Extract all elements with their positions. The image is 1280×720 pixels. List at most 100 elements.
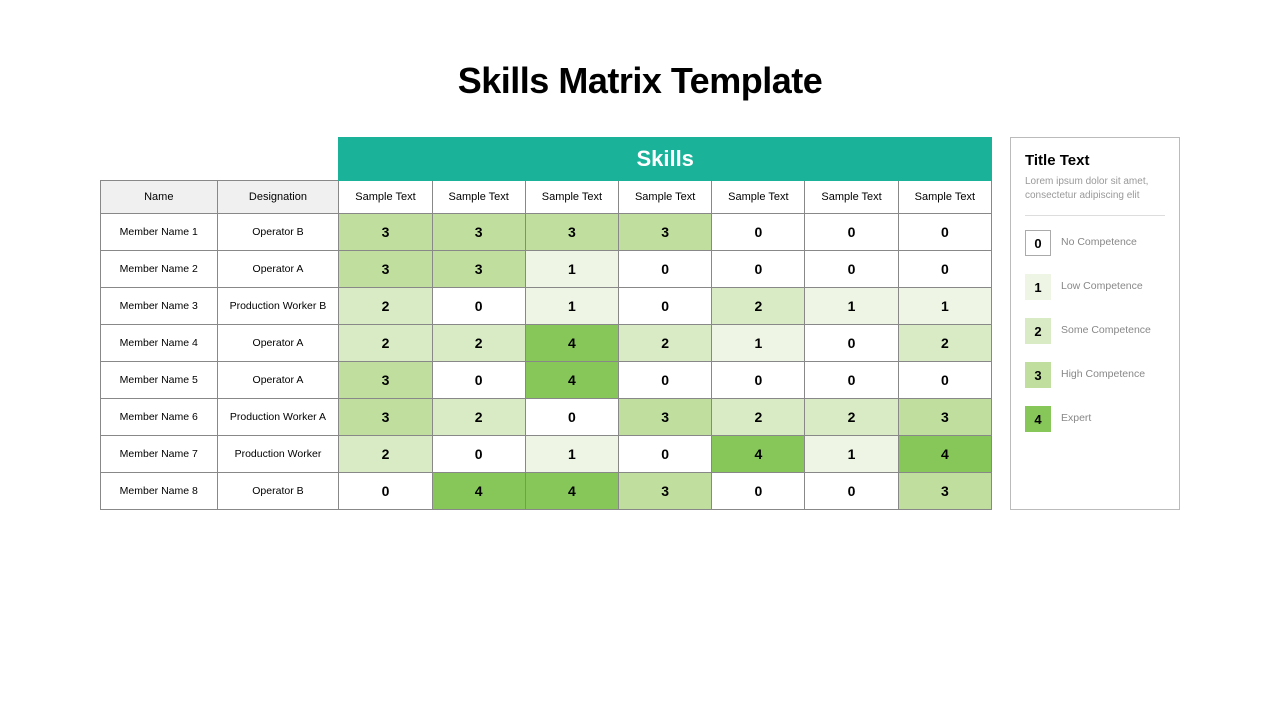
legend-label: Expert: [1061, 412, 1091, 426]
column-name-header: Name: [101, 181, 218, 214]
score-cell: 0: [619, 362, 712, 399]
blank-cell: [101, 138, 218, 181]
legend-label: High Competence: [1061, 368, 1145, 382]
score-cell: 2: [619, 325, 712, 362]
score-cell: 1: [525, 288, 618, 325]
skill-column-header: Sample Text: [898, 181, 991, 214]
score-cell: 3: [339, 214, 432, 251]
column-header-row: Name Designation Sample TextSample TextS…: [101, 181, 992, 214]
legend-item: 3 High Competence: [1025, 362, 1165, 388]
page-title: Skills Matrix Template: [100, 60, 1180, 102]
table-row: Member Name 6Production Worker A3203223: [101, 399, 992, 436]
score-cell: 0: [619, 251, 712, 288]
designation-cell: Production Worker: [217, 436, 339, 473]
score-cell: 2: [339, 325, 432, 362]
member-name-cell: Member Name 8: [101, 473, 218, 510]
score-cell: 0: [619, 288, 712, 325]
skill-column-header: Sample Text: [525, 181, 618, 214]
score-cell: 0: [805, 325, 898, 362]
member-name-cell: Member Name 2: [101, 251, 218, 288]
score-cell: 1: [898, 288, 991, 325]
skill-column-header: Sample Text: [339, 181, 432, 214]
legend-subtitle: Lorem ipsum dolor sit amet, consectetur …: [1025, 175, 1165, 203]
score-cell: 0: [619, 436, 712, 473]
score-cell: 0: [339, 473, 432, 510]
blank-cell: [217, 138, 339, 181]
score-cell: 0: [712, 214, 805, 251]
score-cell: 4: [525, 362, 618, 399]
score-cell: 1: [805, 288, 898, 325]
layout-container: Skills Name Designation Sample TextSampl…: [100, 137, 1180, 510]
score-cell: 0: [805, 214, 898, 251]
legend-item: 2 Some Competence: [1025, 318, 1165, 344]
score-cell: 0: [712, 473, 805, 510]
designation-cell: Production Worker B: [217, 288, 339, 325]
designation-cell: Operator B: [217, 214, 339, 251]
score-cell: 2: [712, 288, 805, 325]
score-cell: 0: [432, 362, 525, 399]
score-cell: 2: [898, 325, 991, 362]
score-cell: 4: [525, 473, 618, 510]
matrix-table-wrap: Skills Name Designation Sample TextSampl…: [100, 137, 992, 510]
legend-divider: [1025, 215, 1165, 216]
member-name-cell: Member Name 3: [101, 288, 218, 325]
score-cell: 2: [712, 399, 805, 436]
legend-swatch: 1: [1025, 274, 1051, 300]
skill-column-header: Sample Text: [619, 181, 712, 214]
score-cell: 2: [339, 288, 432, 325]
score-cell: 4: [432, 473, 525, 510]
legend-label: No Competence: [1061, 236, 1137, 250]
score-cell: 2: [339, 436, 432, 473]
score-cell: 3: [619, 473, 712, 510]
table-row: Member Name 7Production Worker2010414: [101, 436, 992, 473]
member-name-cell: Member Name 4: [101, 325, 218, 362]
skill-column-header: Sample Text: [712, 181, 805, 214]
designation-cell: Operator B: [217, 473, 339, 510]
skill-column-header: Sample Text: [805, 181, 898, 214]
legend-swatch: 0: [1025, 230, 1051, 256]
score-cell: 1: [525, 436, 618, 473]
legend-item: 4Expert: [1025, 406, 1165, 432]
score-cell: 1: [805, 436, 898, 473]
score-cell: 4: [898, 436, 991, 473]
skills-group-header: Skills: [339, 138, 992, 181]
score-cell: 3: [619, 399, 712, 436]
legend-swatch: 3: [1025, 362, 1051, 388]
score-cell: 0: [898, 251, 991, 288]
score-cell: 3: [339, 399, 432, 436]
table-row: Member Name 8Operator B0443003: [101, 473, 992, 510]
skill-column-header: Sample Text: [432, 181, 525, 214]
score-cell: 3: [898, 399, 991, 436]
member-name-cell: Member Name 6: [101, 399, 218, 436]
score-cell: 3: [898, 473, 991, 510]
designation-cell: Operator A: [217, 325, 339, 362]
score-cell: 0: [432, 288, 525, 325]
designation-cell: Operator A: [217, 362, 339, 399]
score-cell: 2: [432, 325, 525, 362]
member-name-cell: Member Name 5: [101, 362, 218, 399]
legend-swatch: 2: [1025, 318, 1051, 344]
score-cell: 3: [525, 214, 618, 251]
table-row: Member Name 2Operator A3310000: [101, 251, 992, 288]
score-cell: 0: [805, 251, 898, 288]
legend-label: Some Competence: [1061, 324, 1151, 338]
column-designation-header: Designation: [217, 181, 339, 214]
skills-matrix-table: Skills Name Designation Sample TextSampl…: [100, 137, 992, 510]
score-cell: 1: [525, 251, 618, 288]
score-cell: 0: [432, 436, 525, 473]
score-cell: 4: [712, 436, 805, 473]
score-cell: 3: [339, 251, 432, 288]
score-cell: 1: [712, 325, 805, 362]
table-row: Member Name 4Operator A2242102: [101, 325, 992, 362]
legend-label: Low Competence: [1061, 280, 1143, 294]
designation-cell: Production Worker A: [217, 399, 339, 436]
score-cell: 0: [525, 399, 618, 436]
designation-cell: Operator A: [217, 251, 339, 288]
member-name-cell: Member Name 7: [101, 436, 218, 473]
score-cell: 3: [619, 214, 712, 251]
score-cell: 2: [805, 399, 898, 436]
member-name-cell: Member Name 1: [101, 214, 218, 251]
skills-header-row: Skills: [101, 138, 992, 181]
legend-panel: Title Text Lorem ipsum dolor sit amet, c…: [1010, 137, 1180, 510]
score-cell: 2: [432, 399, 525, 436]
